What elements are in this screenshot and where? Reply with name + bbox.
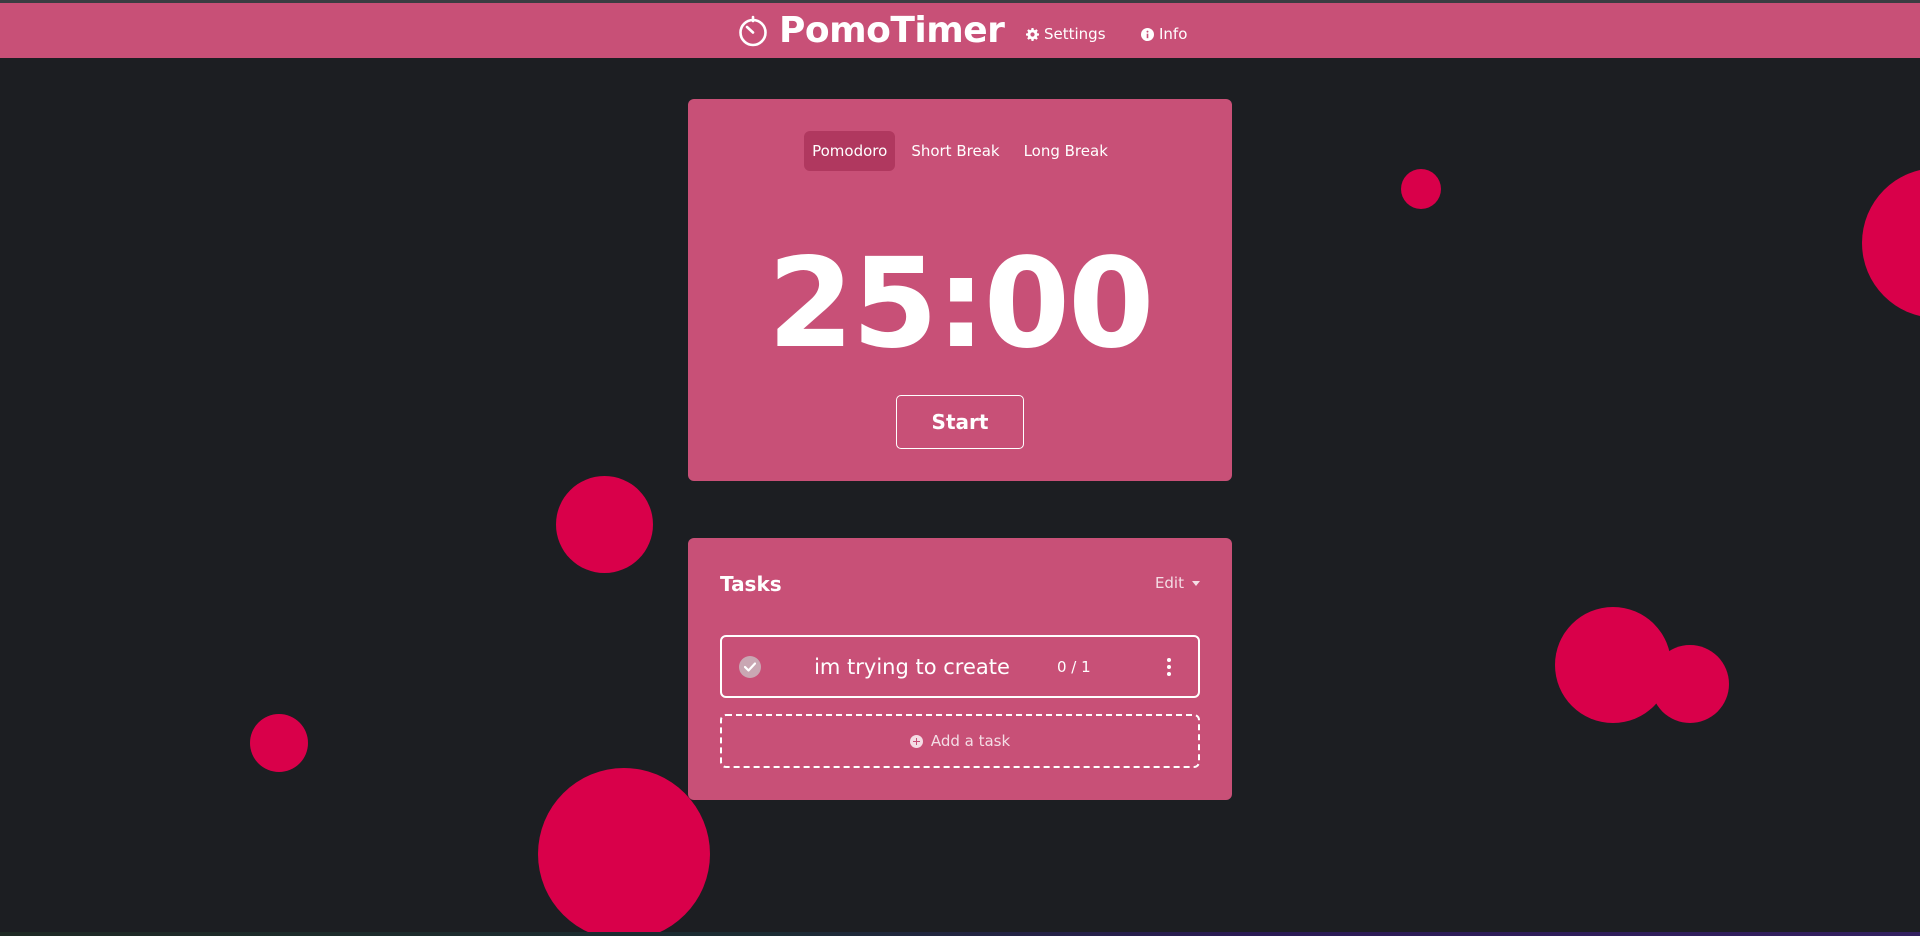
decor-circle xyxy=(538,768,710,936)
info-icon xyxy=(1141,27,1154,41)
timer-icon xyxy=(739,15,767,47)
more-vertical-icon[interactable] xyxy=(1162,656,1176,678)
brand[interactable]: PomoTimer xyxy=(737,10,1005,51)
plus-circle-icon xyxy=(909,734,923,748)
add-task-label: Add a task xyxy=(930,732,1011,750)
decor-circle xyxy=(556,476,653,573)
settings-button[interactable]: Settings xyxy=(1026,21,1106,47)
start-button[interactable]: Start xyxy=(896,395,1024,449)
tab-pomodoro[interactable]: Pomodoro xyxy=(804,131,896,171)
timer-display: 25:00 xyxy=(767,232,1155,376)
tasks-title: Tasks xyxy=(720,572,782,596)
decor-circle xyxy=(1862,168,1920,318)
task-item[interactable]: im trying to create 0 / 1 xyxy=(720,635,1200,698)
decor-circle xyxy=(1401,169,1441,209)
add-task-button[interactable]: Add a task xyxy=(720,714,1200,768)
chevron-down-icon xyxy=(1192,580,1200,586)
decor-circle xyxy=(1651,645,1729,723)
info-label: Info xyxy=(1159,25,1188,43)
window-bottom-border xyxy=(0,932,1920,936)
check-circle-icon[interactable] xyxy=(739,656,761,678)
tab-long-break[interactable]: Long Break xyxy=(1016,131,1116,171)
timer-card: Pomodoro Short Break Long Break 25:00 St… xyxy=(688,99,1232,481)
mode-tabs: Pomodoro Short Break Long Break xyxy=(688,131,1232,171)
app-header: PomoTimer Settings Info xyxy=(0,3,1920,58)
gear-icon xyxy=(1026,27,1039,41)
edit-label: Edit xyxy=(1154,574,1184,592)
page: PomoTimer Settings Info Pomodoro Short B… xyxy=(0,0,1920,936)
info-button[interactable]: Info xyxy=(1141,21,1187,47)
decor-circle xyxy=(1555,607,1671,723)
task-text: im trying to create xyxy=(814,654,1010,679)
tasks-card: Tasks Edit im trying to create 0 / 1 Add… xyxy=(688,538,1232,800)
decor-circle xyxy=(250,714,308,772)
app-title: PomoTimer xyxy=(779,10,1005,51)
tab-short-break[interactable]: Short Break xyxy=(903,131,1007,171)
task-pomodoro-count: 0 / 1 xyxy=(1057,657,1091,676)
edit-button[interactable]: Edit xyxy=(1155,574,1200,592)
settings-label: Settings xyxy=(1044,25,1106,43)
